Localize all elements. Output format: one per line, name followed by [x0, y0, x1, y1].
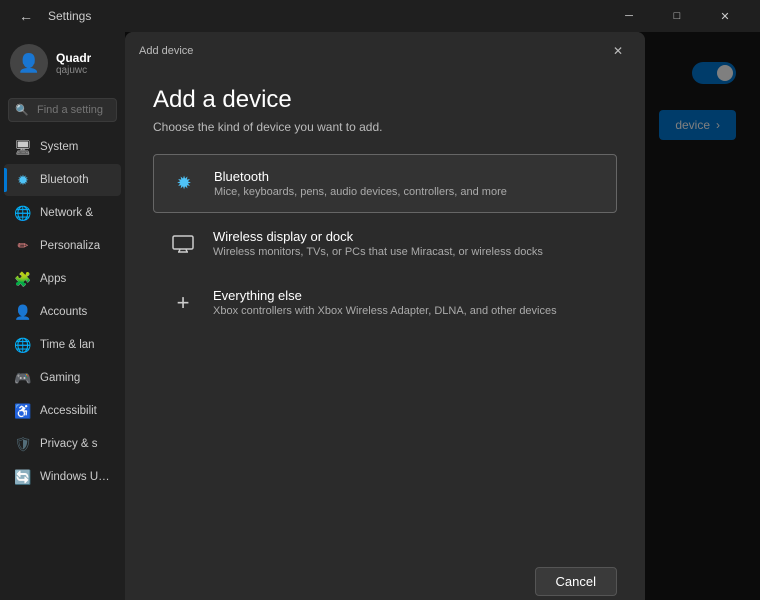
- dialog-content: Add a device Choose the kind of device y…: [125, 70, 645, 551]
- bluetooth-option-desc: Mice, keyboards, pens, audio devices, co…: [214, 186, 507, 198]
- wireless-display-icon: [172, 235, 194, 253]
- sidebar-item-privacy[interactable]: 🛡 Privacy & s: [4, 428, 121, 460]
- add-device-dialog: Add device ✕ Add a device Choose the kin…: [125, 32, 645, 600]
- window-controls: ─ □ ✕: [606, 0, 748, 32]
- sidebar-item-label: System: [40, 141, 78, 153]
- sidebar-item-label: Accessibilit: [40, 405, 97, 417]
- personalization-icon: ✏: [14, 237, 32, 255]
- time-icon: 🌐: [14, 336, 32, 354]
- dialog-close-button[interactable]: ✕: [605, 38, 631, 64]
- bluetooth-option-title: Bluetooth: [214, 169, 507, 184]
- title-bar-left: ← Settings: [12, 2, 91, 30]
- sidebar-item-windows-update[interactable]: 🔄 Windows Update: [4, 461, 121, 493]
- settings-window: ← Settings ─ □ ✕ 👤 Quadr qajuwc �: [0, 0, 760, 600]
- everything-option-text: Everything else Xbox controllers with Xb…: [213, 288, 557, 317]
- privacy-icon: 🛡: [14, 435, 32, 453]
- user-info: Quadr qajuwc: [56, 51, 91, 76]
- user-email: qajuwc: [56, 65, 91, 76]
- dialog-heading: Add a device: [153, 86, 617, 114]
- sidebar-item-apps[interactable]: 🧩 Apps: [4, 263, 121, 295]
- user-profile[interactable]: 👤 Quadr qajuwc: [0, 32, 125, 94]
- sidebar-item-bluetooth[interactable]: ✹ Bluetooth: [4, 164, 121, 196]
- system-icon: 🖥: [14, 138, 32, 156]
- apps-icon: 🧩: [14, 270, 32, 288]
- sidebar-item-label: Time & lan: [40, 339, 95, 351]
- dialog-footer: Cancel: [125, 551, 645, 600]
- sidebar-item-label: Bluetooth: [40, 174, 89, 186]
- wireless-option-desc: Wireless monitors, TVs, or PCs that use …: [213, 246, 543, 258]
- sidebar: 👤 Quadr qajuwc 🔍 🖥 System: [0, 32, 125, 600]
- dialog-titlebar-text: Add device: [139, 45, 193, 57]
- sidebar-item-system[interactable]: 🖥 System: [4, 131, 121, 163]
- bluetooth-option-text: Bluetooth Mice, keyboards, pens, audio d…: [214, 169, 507, 198]
- back-button[interactable]: ←: [12, 2, 40, 30]
- gaming-icon: 🎮: [14, 369, 32, 387]
- maximize-button[interactable]: □: [654, 0, 700, 32]
- sidebar-item-label: Accounts: [40, 306, 87, 318]
- title-bar: ← Settings ─ □ ✕: [0, 0, 760, 32]
- windows-update-icon: 🔄: [14, 468, 32, 486]
- wireless-option-icon: [169, 230, 197, 258]
- minimize-button[interactable]: ─: [606, 0, 652, 32]
- sidebar-item-accessibility[interactable]: ♿ Accessibilit: [4, 395, 121, 427]
- window-title: Settings: [48, 9, 91, 23]
- avatar: 👤: [10, 44, 48, 82]
- bluetooth-icon: ✹: [14, 171, 32, 189]
- sidebar-item-label: Network &: [40, 207, 93, 219]
- sidebar-item-gaming[interactable]: 🎮 Gaming: [4, 362, 121, 394]
- sidebar-item-time[interactable]: 🌐 Time & lan: [4, 329, 121, 361]
- dialog-titlebar: Add device ✕: [125, 32, 645, 70]
- dialog-subtitle: Choose the kind of device you want to ad…: [153, 120, 617, 134]
- cancel-button[interactable]: Cancel: [535, 567, 617, 596]
- nav-items: 🖥 System ✹ Bluetooth 🌐 Network & ✏ Perso…: [0, 126, 125, 600]
- everything-option-desc: Xbox controllers with Xbox Wireless Adap…: [213, 305, 557, 317]
- sidebar-item-label: Apps: [40, 273, 66, 285]
- sidebar-item-network[interactable]: 🌐 Network &: [4, 197, 121, 229]
- plus-icon: +: [177, 292, 190, 314]
- wireless-option-title: Wireless display or dock: [213, 229, 543, 244]
- overlay: Add device ✕ Add a device Choose the kin…: [125, 32, 760, 600]
- wireless-option-text: Wireless display or dock Wireless monito…: [213, 229, 543, 258]
- sidebar-item-personalization[interactable]: ✏ Personaliza: [4, 230, 121, 262]
- close-button[interactable]: ✕: [702, 0, 748, 32]
- accounts-icon: 👤: [14, 303, 32, 321]
- avatar-icon: 👤: [18, 53, 40, 74]
- device-option-everything[interactable]: + Everything else Xbox controllers with …: [153, 274, 617, 331]
- search-box: 🔍: [8, 98, 117, 122]
- sidebar-item-accounts[interactable]: 👤 Accounts: [4, 296, 121, 328]
- user-name: Quadr: [56, 51, 91, 65]
- main-content: 👤 Quadr qajuwc 🔍 🖥 System: [0, 32, 760, 600]
- everything-option-icon: +: [169, 289, 197, 317]
- sidebar-item-label: Privacy & s: [40, 438, 98, 450]
- device-option-wireless[interactable]: Wireless display or dock Wireless monito…: [153, 215, 617, 272]
- sidebar-item-label: Windows Update: [40, 471, 111, 483]
- sidebar-item-label: Gaming: [40, 372, 80, 384]
- accessibility-icon: ♿: [14, 402, 32, 420]
- everything-option-title: Everything else: [213, 288, 557, 303]
- network-icon: 🌐: [14, 204, 32, 222]
- bluetooth-option-icon: ✹: [170, 170, 198, 198]
- bluetooth-symbol: ✹: [176, 173, 191, 194]
- right-panel: On device › Add device ✕: [125, 32, 760, 600]
- search-icon: 🔍: [15, 104, 29, 117]
- sidebar-item-label: Personaliza: [40, 240, 100, 252]
- device-option-bluetooth[interactable]: ✹ Bluetooth Mice, keyboards, pens, audio…: [153, 154, 617, 213]
